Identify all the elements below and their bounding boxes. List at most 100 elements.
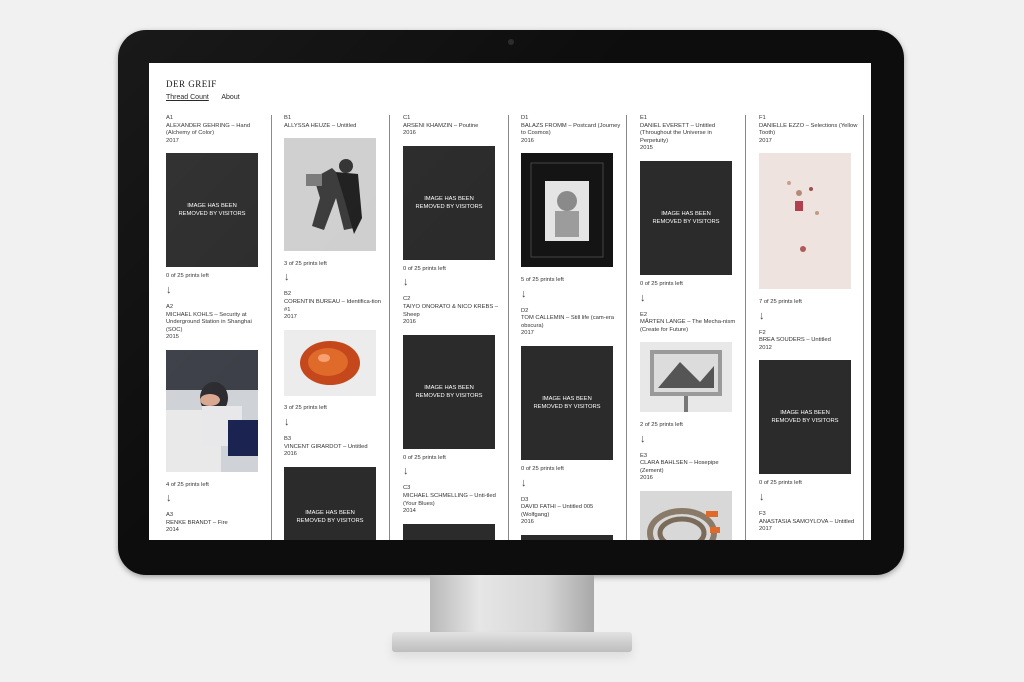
nav-about[interactable]: About (221, 94, 239, 101)
entry-title[interactable]: TOM CALLEMIN – Still life (cam-era obscu… (521, 315, 621, 330)
entry-code: E3 (640, 452, 648, 459)
thread-entry[interactable]: D3 DAVID FATHI – Untitled 005 (Wolfgang) 2… (521, 497, 621, 540)
removed-image-placeholder[interactable] (521, 534, 613, 540)
down-arrow-icon: ↓ (521, 287, 527, 300)
down-arrow-icon: ↓ (284, 271, 290, 284)
removed-image-placeholder[interactable]: IMAGE HAS BEEN REMOVED BY VISITORS (403, 334, 495, 449)
entry-code: D2 (521, 307, 529, 314)
entry-title[interactable]: MÅRTEN LANGE – The Mecha-nism (Create fo… (640, 319, 740, 334)
thread-entry[interactable]: A3 RENKE BRANDT – Fire 2014 (166, 512, 266, 540)
removed-image-label: IMAGE HAS BEEN REMOVED BY VISITORS (533, 395, 601, 410)
thread-column: C1 ARSENI KHAMZIN – Poutine 2016 IMAGE HAS … (403, 115, 503, 540)
artwork-image[interactable] (640, 490, 732, 540)
main-nav: Thread Count About (166, 94, 251, 101)
entry-title[interactable]: RENKE BRANDT – Fire (166, 520, 266, 528)
thread-entry[interactable]: F1 DANIELLE EZZO – Selections (Yellow Too… (759, 115, 859, 322)
artwork-image[interactable] (759, 153, 851, 293)
entry-year: 2016 (521, 519, 534, 526)
webcam (508, 39, 514, 45)
entry-title[interactable]: CORENTIN BUREAU – Identifica-tion #1 (284, 299, 384, 314)
entry-title[interactable]: ARSENI KHAMZIN – Poutine (403, 123, 503, 131)
monitor-base (392, 632, 632, 652)
removed-image-placeholder[interactable]: IMAGE HAS BEEN REMOVED BY VISITORS (759, 360, 851, 475)
thread-entry[interactable]: B3 VINCENT GIRARDOT – Untitled 2016 IMAGE H… (284, 436, 384, 540)
entry-title[interactable]: MICHAEL KOHLS – Security at Underground … (166, 312, 266, 335)
site-logo[interactable]: DER GREIF (166, 79, 251, 89)
entry-year: 2017 (284, 314, 297, 321)
thread-entry[interactable]: F2 BREA SOUDERS – Untitled 2012 IMAGE HAS B… (759, 330, 859, 503)
entry-year: 2016 (521, 137, 534, 144)
artwork-image[interactable] (284, 329, 376, 400)
entry-title[interactable]: DANIELLE EZZO – Selections (Yellow Tooth… (759, 123, 859, 138)
prints-left: 0 of 25 prints left (403, 265, 446, 272)
removed-image-placeholder[interactable]: IMAGE HAS BEEN REMOVED BY VISITORS (403, 145, 495, 260)
down-arrow-icon: ↓ (403, 276, 409, 289)
entry-title[interactable]: ANASTASIA SAMOYLOVA – Untitled (759, 519, 859, 527)
prints-left: 0 of 25 prints left (403, 454, 446, 461)
entry-year: 2014 (166, 527, 179, 534)
thread-entry[interactable]: C1 ARSENI KHAMZIN – Poutine 2016 IMAGE HAS … (403, 115, 503, 288)
prints-left: 3 of 25 prints left (284, 260, 327, 267)
thread-entry[interactable]: B2 CORENTIN BUREAU – Identifica-tion #1 20… (284, 291, 384, 428)
thread-column: D1 BALAZS FROMM – Postcard (Journey to Co… (521, 115, 621, 540)
screen: DER GREIF Thread Count About A1 ALEXANDER… (149, 63, 871, 540)
thread-entry[interactable]: E3 CLARA BAHLSEN – Hosepipe (Zement) 2016 (640, 453, 740, 540)
prints-left: 3 of 25 prints left (284, 405, 327, 412)
entry-year: 2016 (403, 130, 416, 137)
removed-image-placeholder[interactable]: IMAGE HAS BEEN REMOVED BY VISITORS (284, 466, 376, 540)
entry-title[interactable]: ALEXANDER GEHRING – Hand (Alchemy of Col… (166, 123, 266, 138)
removed-image-placeholder[interactable] (403, 523, 495, 540)
artwork-image[interactable] (284, 138, 376, 255)
entry-year: 2014 (403, 508, 416, 515)
entry-title[interactable]: BREA SOUDERS – Untitled (759, 337, 859, 345)
entry-year: 2015 (166, 334, 179, 341)
entry-title[interactable]: ALLYSSA HEUZE – Untitled (284, 123, 384, 131)
thread-entry[interactable]: D2 TOM CALLEMIN – Still life (cam-era obs… (521, 308, 621, 489)
entry-title[interactable]: DANIEL EVERETT – Untitled (Throughout th… (640, 123, 740, 146)
prints-left: 0 of 25 prints left (166, 273, 209, 280)
thread-entry[interactable]: A1 ALEXANDER GEHRING – Hand (Alchemy of C… (166, 115, 266, 296)
thread-entry[interactable]: E2 MÅRTEN LANGE – The Mecha-nism (Create … (640, 312, 740, 445)
entry-year: 2016 (403, 319, 416, 326)
removed-image-label: IMAGE HAS BEEN REMOVED BY VISITORS (296, 509, 364, 524)
entry-title[interactable]: BALAZS FROMM – Postcard (Journey to Cosm… (521, 123, 621, 138)
artwork-image[interactable] (521, 153, 613, 271)
down-arrow-icon: ↓ (284, 415, 290, 428)
artwork-image[interactable] (640, 342, 732, 416)
removed-image-label: IMAGE HAS BEEN REMOVED BY VISITORS (415, 195, 483, 210)
nav-thread-count[interactable]: Thread Count (166, 94, 209, 101)
thread-column: F1 DANIELLE EZZO – Selections (Yellow Too… (759, 115, 859, 540)
monitor-stand (430, 575, 594, 635)
removed-image-placeholder[interactable]: IMAGE HAS BEEN REMOVED BY VISITORS (640, 160, 732, 275)
thread-entry[interactable]: E1 DANIEL EVERETT – Untitled (Throughout … (640, 115, 740, 304)
thread-column: E1 DANIEL EVERETT – Untitled (Throughout … (640, 115, 740, 540)
entry-title[interactable]: DAVID FATHI – Untitled 005 (Wolfgang) (521, 504, 621, 519)
down-arrow-icon: ↓ (403, 465, 409, 478)
down-arrow-icon: ↓ (521, 476, 527, 489)
entry-code: F3 (759, 510, 766, 517)
prints-left: 2 of 25 prints left (640, 421, 683, 428)
artwork-image[interactable] (166, 349, 258, 476)
thread-entry[interactable]: D1 BALAZS FROMM – Postcard (Journey to Co… (521, 115, 621, 300)
removed-image-placeholder[interactable]: IMAGE HAS BEEN REMOVED BY VISITORS (166, 153, 258, 268)
removed-image-label: IMAGE HAS BEEN REMOVED BY VISITORS (178, 203, 246, 218)
removed-image-placeholder[interactable]: IMAGE HAS BEEN REMOVED BY VISITORS (521, 345, 613, 460)
entry-title[interactable]: CLARA BAHLSEN – Hosepipe (Zement) (640, 460, 740, 475)
entry-code: D3 (521, 496, 529, 503)
entry-title[interactable]: MICHAEL SCHMELLING – Unti-tled (Your Blu… (403, 493, 503, 508)
entry-code: A2 (166, 303, 174, 310)
monitor: DER GREIF Thread Count About A1 ALEXANDER… (118, 30, 904, 575)
entry-title[interactable]: TAIYO ONORATO & NICO KREBS – Sheep (403, 304, 503, 319)
entry-code: D1 (521, 115, 529, 121)
thread-entry[interactable]: B1 ALLYSSA HEUZE – Untitled 3 of 25 prints… (284, 115, 384, 283)
thread-entry[interactable]: F3 ANASTASIA SAMOYLOVA – Untitled 2017 (759, 511, 859, 534)
thread-entry[interactable]: A2 MICHAEL KOHLS – Security at Undergroun… (166, 304, 266, 504)
thread-entry[interactable]: C3 MICHAEL SCHMELLING – Unti-tled (Your B… (403, 485, 503, 540)
entry-title[interactable]: VINCENT GIRARDOT – Untitled (284, 444, 384, 452)
entry-code: A3 (166, 512, 174, 519)
prints-left: 5 of 25 prints left (521, 276, 564, 283)
site-header: DER GREIF Thread Count About (166, 79, 251, 101)
thread-entry[interactable]: C2 TAIYO ONORATO & NICO KREBS – Sheep 2016… (403, 296, 503, 477)
prints-left: 0 of 25 prints left (759, 480, 802, 487)
entry-code: C2 (403, 296, 411, 303)
